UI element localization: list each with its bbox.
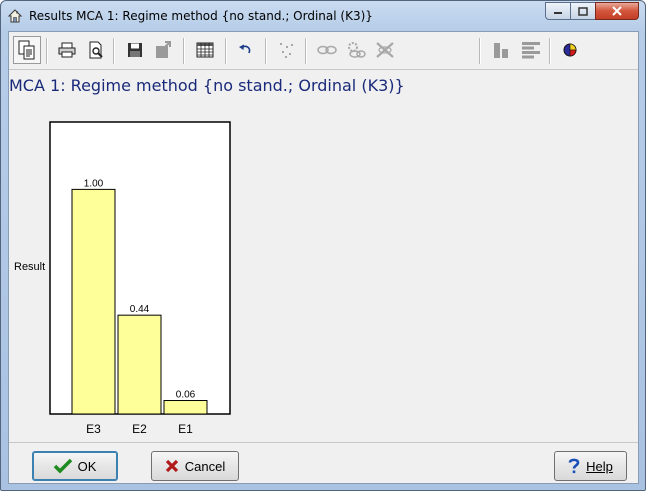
delete-cross-icon bbox=[376, 42, 394, 58]
save-button[interactable] bbox=[121, 36, 149, 64]
x-tick-label: E3 bbox=[86, 422, 101, 436]
undo-arrow-icon bbox=[239, 44, 251, 54]
red-x-icon bbox=[165, 459, 178, 473]
bar-chart-icon bbox=[494, 43, 508, 58]
maximize-icon bbox=[578, 6, 588, 16]
floppy-disk-icon bbox=[128, 43, 142, 57]
title-bar[interactable]: Results MCA 1: Regime method {no stand.;… bbox=[1, 1, 645, 31]
pie-chart-icon bbox=[563, 43, 577, 57]
link-gear-icon bbox=[348, 42, 366, 58]
button-bar: OK Cancel Help bbox=[9, 442, 638, 483]
x-tick-label: E1 bbox=[178, 422, 193, 436]
bar-E2 bbox=[117, 314, 162, 415]
minimize-icon bbox=[554, 12, 562, 14]
ok-button[interactable]: OK bbox=[32, 451, 118, 481]
row-chart-icon bbox=[522, 42, 540, 59]
row-chart-button[interactable] bbox=[517, 36, 545, 64]
toolbar-separator bbox=[305, 38, 307, 64]
toolbar-separator bbox=[265, 38, 267, 64]
bar-value-label: 1.00 bbox=[84, 178, 104, 189]
link-button[interactable] bbox=[313, 36, 341, 64]
window-title: Results MCA 1: Regime method {no stand.;… bbox=[29, 9, 373, 23]
chart-title: MCA 1: Regime method {no stand.; Ordinal… bbox=[9, 76, 405, 95]
ok-label: OK bbox=[77, 458, 97, 474]
print-preview-icon bbox=[89, 41, 103, 59]
toolbar-separator bbox=[549, 38, 551, 64]
pie-chart-button[interactable] bbox=[556, 36, 584, 64]
bar-value-label: 0.44 bbox=[130, 304, 150, 315]
results-panel: MCA 1: Regime method {no stand.; Ordinal… bbox=[8, 31, 639, 484]
scatter-dots-icon bbox=[280, 43, 293, 58]
bar-chart: 1.00 E3 0.44 E2 0.06 E1 bbox=[49, 121, 231, 436]
toolbar-separator bbox=[113, 38, 115, 64]
scatter-button[interactable] bbox=[273, 36, 301, 64]
app-house-icon bbox=[7, 9, 23, 23]
table-grid-icon bbox=[196, 42, 214, 58]
toolbar bbox=[9, 32, 638, 70]
toolbar-separator bbox=[225, 38, 227, 64]
toolbar-separator bbox=[46, 38, 48, 64]
clipboard-icon bbox=[18, 40, 35, 60]
table-button[interactable] bbox=[191, 36, 219, 64]
bar-E1 bbox=[163, 400, 208, 415]
x-tick-label: E2 bbox=[132, 422, 147, 436]
copy-results-button[interactable] bbox=[13, 36, 41, 64]
help-button[interactable]: Help bbox=[554, 451, 627, 481]
cancel-label: Cancel bbox=[184, 458, 226, 474]
toolbar-separator bbox=[183, 38, 185, 64]
export-icon bbox=[156, 41, 171, 58]
question-mark-icon bbox=[568, 458, 580, 474]
bar-E3 bbox=[71, 188, 116, 415]
results-window: Results MCA 1: Regime method {no stand.;… bbox=[0, 0, 646, 491]
minimize-button[interactable] bbox=[545, 2, 571, 20]
export-button[interactable] bbox=[149, 36, 177, 64]
print-preview-button[interactable] bbox=[82, 36, 110, 64]
delete-link-button[interactable] bbox=[371, 36, 399, 64]
undo-button[interactable] bbox=[231, 36, 259, 64]
help-label: Help bbox=[586, 458, 613, 474]
link-settings-button[interactable] bbox=[342, 36, 370, 64]
bar-chart-button[interactable] bbox=[487, 36, 515, 64]
maximize-button[interactable] bbox=[570, 2, 596, 20]
close-icon bbox=[612, 6, 622, 16]
printer-icon bbox=[58, 42, 76, 58]
checkmark-icon bbox=[53, 458, 72, 474]
cancel-button[interactable]: Cancel bbox=[151, 451, 239, 481]
bar-value-label: 0.06 bbox=[176, 390, 196, 401]
link-icon bbox=[317, 45, 337, 55]
print-button[interactable] bbox=[53, 36, 81, 64]
toolbar-separator bbox=[479, 38, 481, 64]
close-button[interactable] bbox=[595, 2, 639, 20]
